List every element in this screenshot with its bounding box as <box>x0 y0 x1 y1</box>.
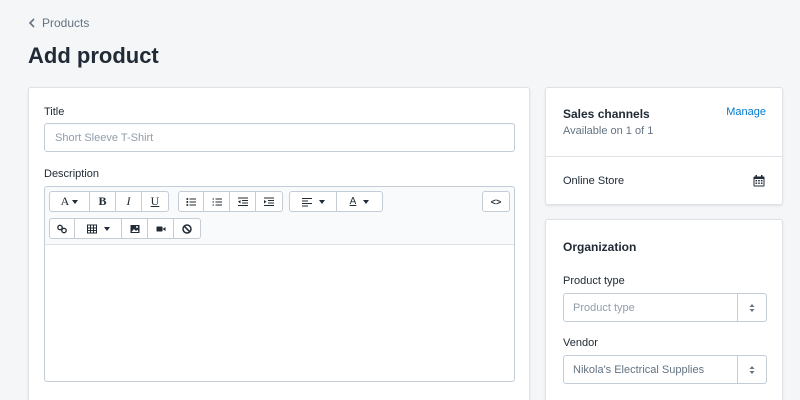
underline-label: U <box>150 194 160 208</box>
product-type-select[interactable]: Product type <box>563 293 767 322</box>
indent-icon <box>264 197 274 206</box>
chevron-down-icon <box>103 226 110 231</box>
select-arrows-icon <box>737 356 766 383</box>
editor-toolbar: A B I U A <> <box>45 187 514 245</box>
divider <box>546 156 782 157</box>
code-view-button[interactable]: <> <box>483 192 509 211</box>
link-button[interactable] <box>50 219 75 238</box>
indent-button[interactable] <box>256 192 282 211</box>
chevron-down-icon <box>72 199 79 204</box>
table-icon <box>86 224 97 233</box>
font-style-button[interactable]: A <box>50 192 90 211</box>
underline-button[interactable]: U <box>142 192 168 211</box>
page-title: Add product <box>28 43 159 68</box>
video-button[interactable] <box>148 219 174 238</box>
calendar-icon[interactable] <box>753 175 765 187</box>
numbered-list-button[interactable] <box>204 192 230 211</box>
sales-channels-title: Sales channels <box>563 107 650 121</box>
product-type-value: Product type <box>573 301 635 314</box>
online-store-channel: Online Store <box>563 175 625 187</box>
breadcrumb[interactable]: Products <box>28 16 89 30</box>
italic-label: I <box>126 194 131 208</box>
code-view-group: <> <box>482 191 510 212</box>
outdent-button[interactable] <box>230 192 256 211</box>
table-button[interactable] <box>75 219 122 238</box>
title-label: Title <box>44 106 65 118</box>
chevron-left-icon <box>28 18 35 28</box>
align-button[interactable] <box>290 192 337 211</box>
description-label: Description <box>44 168 100 180</box>
code-view-label: <> <box>490 196 502 207</box>
bold-label: B <box>98 194 107 208</box>
italic-button[interactable]: I <box>116 192 142 211</box>
description-content-area[interactable] <box>45 246 514 381</box>
breadcrumb-label[interactable]: Products <box>42 16 89 30</box>
clear-formatting-button[interactable] <box>174 219 200 238</box>
image-button[interactable] <box>122 219 148 238</box>
align-color-group: A <box>289 191 383 212</box>
vendor-select[interactable]: Nikola's Electrical Supplies <box>563 355 767 384</box>
align-left-icon <box>301 197 312 206</box>
manage-link[interactable]: Manage <box>726 106 766 118</box>
product-details-card: Title Short Sleeve T-Shirt Description A… <box>28 87 530 400</box>
text-color-button[interactable]: A <box>337 192 382 211</box>
chevron-down-icon <box>363 199 370 204</box>
link-icon <box>57 224 67 233</box>
video-camera-icon <box>156 226 165 231</box>
text-color-label: A <box>349 196 357 207</box>
vendor-label: Vendor <box>563 337 598 349</box>
vendor-value: Nikola's Electrical Supplies <box>573 363 705 376</box>
bullet-list-button[interactable] <box>179 192 204 211</box>
sales-channels-card: Sales channels Available on 1 of 1 Manag… <box>545 87 783 205</box>
select-arrows-icon <box>737 294 766 321</box>
image-icon <box>130 224 139 233</box>
organization-title: Organization <box>563 240 637 254</box>
numbered-list-icon <box>212 198 222 205</box>
font-style-label: A <box>60 194 70 208</box>
insert-group <box>49 218 201 239</box>
description-editor[interactable]: A B I U A <> <box>44 186 515 382</box>
bullet-list-icon <box>186 197 196 206</box>
text-format-group: A B I U <box>49 191 169 212</box>
bold-button[interactable]: B <box>90 192 116 211</box>
title-input[interactable]: Short Sleeve T-Shirt <box>44 123 515 152</box>
block-icon <box>182 223 192 234</box>
outdent-icon <box>237 197 248 206</box>
list-indent-group <box>178 191 283 212</box>
chevron-down-icon <box>318 199 325 204</box>
sales-channels-availability: Available on 1 of 1 <box>563 125 654 137</box>
product-type-label: Product type <box>563 275 625 287</box>
title-input-placeholder: Short Sleeve T-Shirt <box>55 131 154 144</box>
organization-card: Organization Product type Product type V… <box>545 219 783 400</box>
